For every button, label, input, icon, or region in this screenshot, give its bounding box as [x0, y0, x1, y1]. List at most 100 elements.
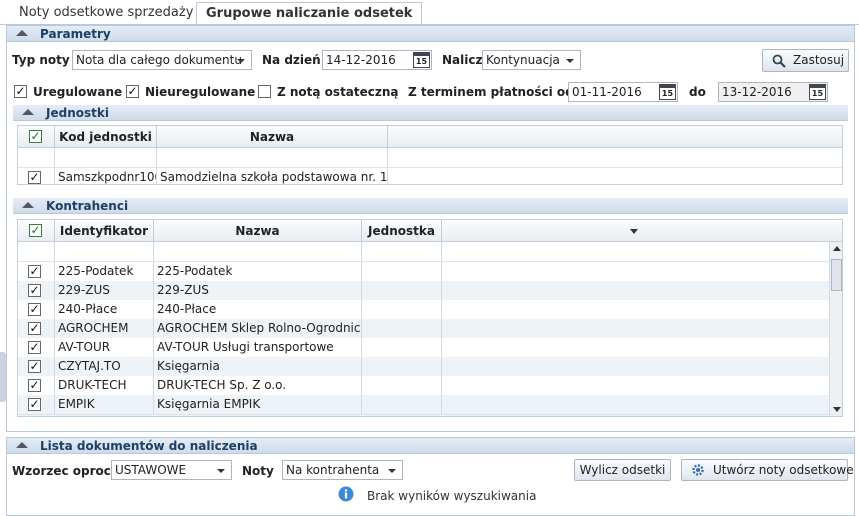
column-header-nazwa[interactable]: Nazwa [154, 220, 362, 242]
termin-do-field[interactable]: 13-12-2016 15 [718, 82, 828, 102]
cell-kod[interactable]: Samszkpodnr100 [55, 168, 157, 184]
cell-identyfikator[interactable]: EMPIK [55, 395, 154, 414]
wylicz-odsetki-button[interactable]: Wylicz odsetki [574, 459, 671, 481]
noty-select[interactable]: Na kontrahenta [282, 460, 403, 480]
na-dzien-field[interactable]: 14-12-2016 15 [322, 50, 432, 70]
cell-nazwa[interactable]: Księgarnia EMPIK [154, 395, 362, 414]
table-row[interactable]: ✓ 229-ZUS 229-ZUS [18, 281, 830, 300]
cell-empty[interactable] [442, 262, 830, 281]
column-header-nazwa[interactable]: Nazwa [157, 126, 388, 148]
row-checkbox[interactable]: ✓ [28, 398, 41, 411]
cell-jednostka[interactable] [362, 376, 442, 395]
cell-empty[interactable] [442, 300, 830, 319]
cell-identyfikator[interactable]: 225-Podatek [55, 262, 154, 281]
vertical-scrollbar[interactable] [829, 242, 842, 416]
calendar-icon[interactable]: 15 [659, 84, 676, 100]
cell-identyfikator[interactable]: CZYTAJ.TO [55, 357, 154, 376]
cell-jednostka[interactable] [362, 281, 442, 300]
cell-nazwa[interactable]: Księgarnia [154, 357, 362, 376]
row-checkbox-cell[interactable]: ✓ [18, 338, 55, 357]
column-menu-header[interactable] [442, 220, 842, 242]
filter-cell[interactable] [55, 242, 154, 261]
tab-grupowe-naliczanie[interactable]: Grupowe naliczanie odsetek [196, 2, 423, 25]
cell-empty[interactable] [442, 395, 830, 414]
collapse-icon[interactable] [16, 30, 28, 36]
row-checkbox-cell[interactable]: ✓ [18, 395, 55, 414]
nalicz-select[interactable]: Kontynuacja [482, 50, 581, 70]
column-header-kod[interactable]: Kod jednostki [55, 126, 157, 148]
scroll-down-icon[interactable] [833, 407, 841, 412]
row-checkbox-cell[interactable]: ✓ [18, 319, 55, 338]
cell-identyfikator[interactable]: 240-Płace [55, 300, 154, 319]
cell-identyfikator[interactable]: AV-TOUR [55, 338, 154, 357]
table-row[interactable]: ✓ 225-Podatek 225-Podatek [18, 262, 830, 281]
row-checkbox[interactable]: ✓ [28, 322, 41, 335]
calendar-icon[interactable]: 15 [809, 84, 826, 100]
parametry-header[interactable]: Parametry [7, 26, 854, 42]
cell-nazwa[interactable]: DRUK-TECH Sp. Z o.o. [154, 376, 362, 395]
cell-nazwa[interactable]: Samodzielna szkoła podstawowa nr. 100 [157, 168, 388, 184]
cell-jednostka[interactable] [362, 300, 442, 319]
scrollbar-thumb[interactable] [831, 259, 842, 291]
cell-empty[interactable] [442, 376, 830, 395]
lista-header[interactable]: Lista dokumentów do naliczenia [7, 438, 854, 454]
cell-nazwa[interactable]: 225-Podatek [154, 262, 362, 281]
side-panel-handle[interactable] [0, 352, 6, 402]
z-nota-checkbox[interactable] [258, 85, 271, 98]
row-checkbox[interactable]: ✓ [28, 171, 41, 184]
chevron-down-icon[interactable] [630, 229, 638, 234]
table-row[interactable]: ✓ DRUK-TECH DRUK-TECH Sp. Z o.o. [18, 376, 830, 395]
cell-identyfikator[interactable]: DRUK-TECH [55, 376, 154, 395]
cell-jednostka[interactable] [362, 262, 442, 281]
cell-nazwa[interactable]: AV-TOUR Usługi transportowe [154, 338, 362, 357]
tab-noty-odsetkowe[interactable]: Noty odsetkowe sprzedaży [10, 2, 202, 25]
kontrahenci-header[interactable]: Kontrahenci [13, 198, 848, 214]
table-row[interactable]: ✓ AV-TOUR AV-TOUR Usługi transportowe [18, 338, 830, 357]
row-checkbox[interactable]: ✓ [28, 341, 41, 354]
row-checkbox[interactable]: ✓ [28, 379, 41, 392]
cell-nazwa[interactable]: 240-Płace [154, 300, 362, 319]
row-checkbox-cell[interactable]: ✓ [18, 300, 55, 319]
row-checkbox[interactable]: ✓ [28, 265, 41, 278]
cell-jednostka[interactable] [362, 395, 442, 414]
collapse-icon[interactable] [22, 202, 34, 208]
wzorzec-select[interactable]: USTAWOWE [111, 460, 232, 480]
row-checkbox[interactable]: ✓ [28, 284, 41, 297]
uregulowane-checkbox[interactable]: ✓ [14, 85, 27, 98]
collapse-icon[interactable] [16, 442, 28, 448]
cell-jednostka[interactable] [362, 357, 442, 376]
utworz-noty-button[interactable]: Utwórz noty odsetkowe [681, 459, 854, 481]
scroll-up-icon[interactable] [833, 246, 841, 251]
cell-empty[interactable] [442, 338, 830, 357]
jednostki-header[interactable]: Jednostki [13, 105, 848, 121]
cell-identyfikator[interactable]: 229-ZUS [55, 281, 154, 300]
select-all-checkbox[interactable]: ✓ [29, 224, 42, 237]
row-checkbox[interactable]: ✓ [28, 360, 41, 373]
row-checkbox-cell[interactable]: ✓ [18, 376, 55, 395]
select-all-header[interactable]: ✓ [18, 126, 55, 148]
cell-empty[interactable] [442, 319, 830, 338]
filter-cell[interactable] [154, 242, 362, 261]
filter-cell[interactable] [362, 242, 442, 261]
cell-empty[interactable] [442, 357, 830, 376]
filter-cell[interactable] [18, 148, 55, 167]
table-row-checkbox-cell[interactable]: ✓ [18, 168, 55, 184]
table-row[interactable]: ✓ CZYTAJ.TO Księgarnia [18, 357, 830, 376]
select-all-header[interactable]: ✓ [18, 220, 55, 242]
cell-nazwa[interactable]: AGROCHEM Sklep Rolno-Ogrodniczy [154, 319, 362, 338]
cell-jednostka[interactable] [362, 338, 442, 357]
calendar-icon[interactable]: 15 [413, 52, 430, 68]
column-header-identyfikator[interactable]: Identyfikator [55, 220, 154, 242]
filter-cell[interactable] [157, 148, 388, 167]
select-all-checkbox[interactable]: ✓ [29, 130, 42, 143]
row-checkbox-cell[interactable]: ✓ [18, 281, 55, 300]
cell-empty[interactable] [442, 281, 830, 300]
termin-od-field[interactable]: 01-11-2016 15 [568, 82, 678, 102]
cell-nazwa[interactable]: 229-ZUS [154, 281, 362, 300]
zastosuj-button[interactable]: Zastosuj [762, 49, 849, 72]
filter-cell[interactable] [55, 148, 157, 167]
row-checkbox-cell[interactable]: ✓ [18, 262, 55, 281]
column-header-jednostka[interactable]: Jednostka [362, 220, 442, 242]
collapse-icon[interactable] [22, 109, 34, 115]
row-checkbox[interactable]: ✓ [28, 303, 41, 316]
